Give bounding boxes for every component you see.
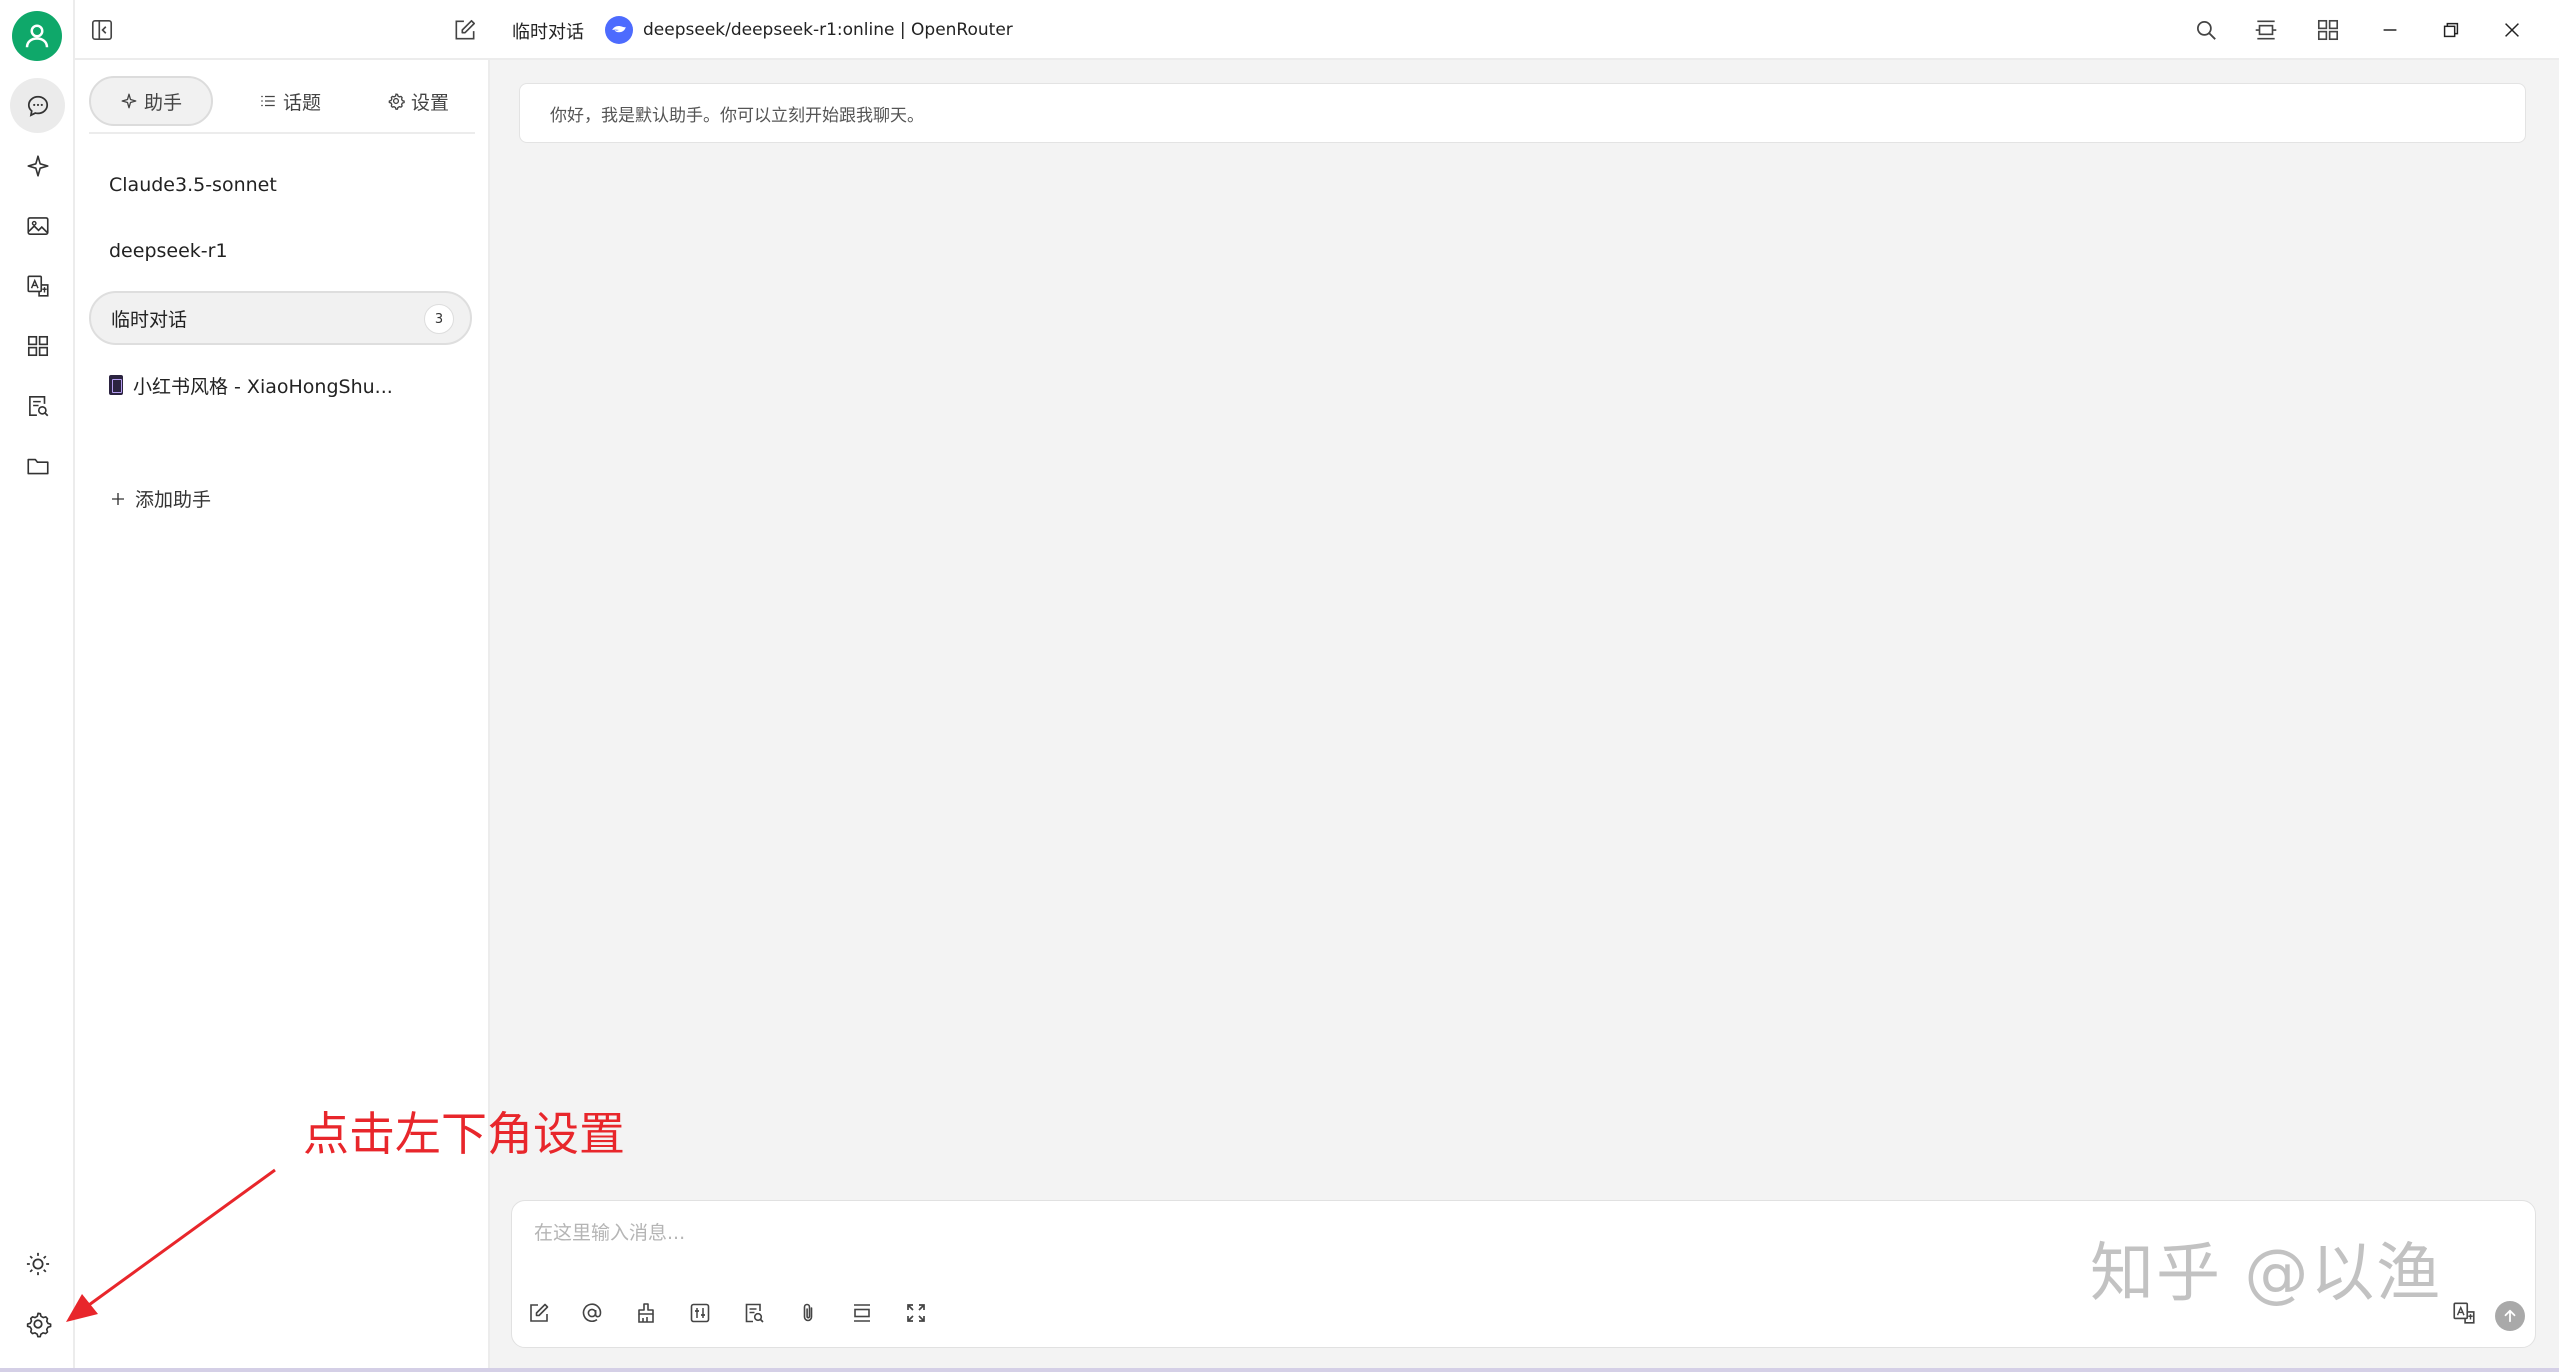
sun-icon — [26, 1252, 49, 1275]
apps-nav-button[interactable] — [10, 318, 65, 373]
chat-nav-button[interactable] — [10, 78, 65, 133]
assistant-name: 小红书风格 - XiaoHongShu... — [133, 375, 393, 398]
close-button[interactable] — [2495, 13, 2529, 47]
search-icon — [2197, 21, 2216, 40]
parameters-button[interactable] — [683, 1296, 717, 1330]
restore-button[interactable] — [2434, 13, 2468, 47]
paperclip-icon — [803, 1303, 813, 1322]
layout-button[interactable] — [2249, 13, 2283, 47]
chat-bubble-icon — [27, 95, 48, 117]
tab-label: 设置 — [410, 91, 449, 114]
document-search-icon — [745, 1303, 764, 1323]
topic-count-badge: 3 — [424, 304, 454, 334]
translate-icon — [26, 274, 49, 297]
knowledge-base-button[interactable] — [737, 1296, 771, 1330]
assistant-item-temp-chat[interactable]: 临时对话 3 — [89, 291, 472, 345]
user-icon — [25, 24, 49, 48]
theme-toggle-button[interactable] — [10, 1236, 65, 1291]
gear-icon — [26, 1311, 51, 1338]
deepseek-logo-icon — [605, 16, 633, 44]
window-bottom-border — [0, 1368, 2559, 1372]
plus-icon — [112, 492, 124, 505]
minimize-icon — [2383, 29, 2397, 31]
arrow-up-icon — [2504, 1309, 2516, 1323]
translate-icon — [2453, 1302, 2475, 1324]
sliders-icon — [690, 1303, 710, 1323]
edit-icon — [455, 19, 476, 40]
book-icon — [109, 375, 123, 395]
edit-icon — [530, 1303, 549, 1322]
at-sign-icon — [582, 1303, 602, 1323]
translate-input-button[interactable] — [2447, 1296, 2481, 1330]
apps-button[interactable] — [2311, 13, 2345, 47]
settings-nav-button[interactable] — [10, 1296, 65, 1351]
sparkle-icon — [26, 154, 49, 177]
close-icon — [2505, 23, 2519, 37]
tab-assistants[interactable]: 助手 — [89, 76, 213, 126]
assistant-panel: 助手 话题 设置 Claude3.5-sonnet deepseek-r1 临时… — [75, 60, 490, 1372]
new-chat-button[interactable] — [448, 13, 482, 47]
assistant-item-xiaohongshu[interactable]: 小红书风格 - XiaoHongShu... — [89, 358, 472, 412]
minimize-button[interactable] — [2373, 13, 2407, 47]
image-icon — [26, 216, 49, 235]
format-button[interactable] — [845, 1296, 879, 1330]
expand-icon — [907, 1304, 925, 1322]
list-icon — [261, 95, 275, 107]
title-bar: 临时对话 deepseek/deepseek-r1:online | OpenR… — [75, 0, 2559, 60]
assistant-item-claude[interactable]: Claude3.5-sonnet — [89, 158, 472, 212]
sparkle-icon — [121, 93, 137, 109]
assistant-item-deepseek[interactable]: deepseek-r1 — [89, 224, 472, 278]
assistant-name: 临时对话 — [111, 308, 188, 331]
image-nav-button[interactable] — [10, 198, 65, 253]
folder-icon — [26, 458, 49, 474]
expand-button[interactable] — [899, 1296, 933, 1330]
assistant-name: deepseek-r1 — [109, 240, 228, 262]
layout-icon — [854, 1304, 870, 1322]
panel-tabs: 助手 话题 设置 — [89, 74, 475, 134]
translate-nav-button[interactable] — [10, 258, 65, 313]
toggle-sidebar-button[interactable] — [85, 13, 119, 47]
user-avatar[interactable] — [12, 11, 62, 61]
mention-model-button[interactable] — [575, 1296, 609, 1330]
tab-topics[interactable]: 话题 — [235, 76, 345, 126]
send-button[interactable] — [2495, 1301, 2525, 1331]
icon-rail — [0, 0, 75, 1372]
broom-icon — [638, 1303, 654, 1323]
chat-area: 你好，我是默认助手。你可以立刻开始跟我聊天。 — [490, 60, 2559, 1372]
greeting-message: 你好，我是默认助手。你可以立刻开始跟我聊天。 — [519, 83, 2526, 143]
model-selector[interactable]: deepseek/deepseek-r1:online | OpenRouter — [605, 15, 1013, 45]
new-topic-button[interactable] — [522, 1296, 556, 1330]
layout-icon — [2255, 20, 2277, 40]
sidebar-toggle-icon — [91, 19, 113, 41]
add-assistant-button[interactable]: 添加助手 — [109, 485, 211, 512]
instruction-annotation: 点击左下角设置 — [303, 1107, 625, 1161]
grid-icon — [2317, 19, 2339, 41]
tab-label: 话题 — [282, 91, 321, 114]
agents-nav-button[interactable] — [10, 138, 65, 193]
grid-icon — [27, 335, 48, 356]
model-name: deepseek/deepseek-r1:online | OpenRouter — [643, 20, 1013, 40]
gear-icon — [388, 93, 405, 110]
restore-icon — [2443, 22, 2459, 38]
watermark: 知乎 @以渔 — [2090, 1237, 2443, 1311]
tab-settings[interactable]: 设置 — [363, 76, 473, 126]
clear-context-button[interactable] — [629, 1296, 663, 1330]
document-search-icon — [28, 395, 48, 416]
tab-label: 助手 — [143, 91, 182, 114]
search-button[interactable] — [2189, 13, 2223, 47]
add-assistant-label: 添加助手 — [135, 489, 212, 511]
files-nav-button[interactable] — [10, 438, 65, 493]
knowledge-nav-button[interactable] — [10, 378, 65, 433]
assistant-name: Claude3.5-sonnet — [109, 174, 277, 196]
attach-file-button[interactable] — [791, 1296, 825, 1330]
conversation-title: 临时对话 — [512, 22, 584, 43]
